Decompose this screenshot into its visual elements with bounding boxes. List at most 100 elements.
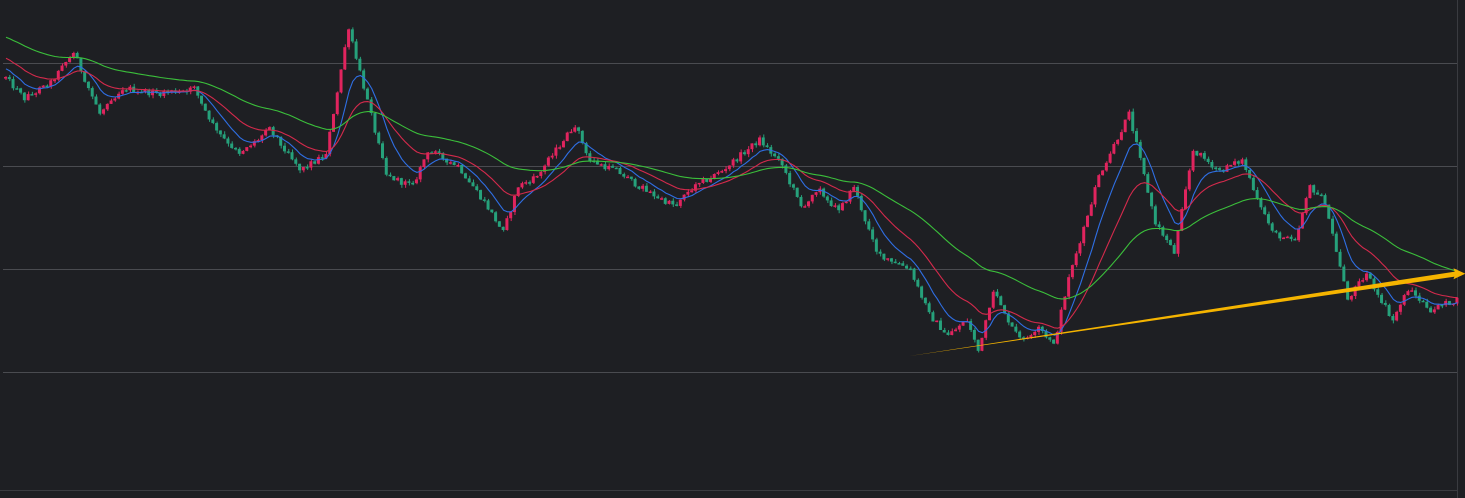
candle-body: [4, 77, 7, 79]
candle-body: [1406, 291, 1410, 296]
candle-body: [618, 167, 622, 175]
candle-body: [203, 103, 207, 111]
candle-body: [697, 182, 701, 185]
candle-body: [603, 164, 607, 170]
candle-body: [893, 261, 897, 264]
candle-body: [41, 85, 45, 88]
candlestick-chart: [0, 0, 1465, 498]
candle-body: [531, 176, 535, 183]
candle-body: [1116, 139, 1120, 144]
candle-body: [908, 268, 912, 271]
candle-down: [381, 141, 384, 160]
candle-body: [313, 161, 317, 164]
candle-down: [463, 172, 467, 179]
candle-body: [776, 156, 780, 159]
candle-body: [1376, 289, 1380, 295]
candle-body: [335, 92, 339, 115]
candle-up: [991, 289, 995, 310]
candle-body: [1338, 251, 1342, 267]
candle-body: [1176, 230, 1180, 254]
candle-body: [659, 198, 663, 200]
candle-body: [414, 179, 418, 184]
candle-body: [995, 291, 999, 297]
candle-up: [1123, 119, 1127, 133]
candle-body: [1432, 309, 1436, 313]
candle-body: [320, 157, 324, 159]
candle-body: [912, 268, 916, 280]
candle-body: [1413, 290, 1417, 296]
candle-body: [754, 143, 758, 146]
candle-up: [343, 44, 347, 71]
candle-down: [1331, 215, 1335, 236]
candle-body: [923, 297, 927, 304]
candle-body: [347, 29, 351, 48]
candle-body: [1199, 153, 1203, 156]
candle-body: [746, 149, 750, 155]
candle-body: [373, 113, 377, 133]
candle-down: [999, 295, 1003, 306]
candle-body: [403, 181, 407, 185]
candle-body: [750, 143, 754, 150]
candle-body: [1410, 290, 1414, 292]
candle-body: [1010, 322, 1014, 327]
candle-down: [931, 310, 935, 322]
chart-background: [0, 0, 1465, 498]
candle-body: [1202, 153, 1206, 159]
candle-body: [1085, 215, 1089, 227]
candle-body: [1331, 218, 1335, 234]
candle-body: [230, 143, 234, 148]
candle-body: [686, 191, 690, 195]
candle-body: [1380, 294, 1384, 303]
candle-body: [1312, 185, 1316, 193]
candle-body: [1184, 189, 1188, 210]
candle-body: [1278, 232, 1282, 239]
candle-body: [482, 199, 486, 201]
candle-body: [301, 166, 305, 171]
candle-body: [109, 100, 113, 104]
candle-body: [1191, 150, 1195, 171]
candle-body: [1217, 168, 1221, 170]
candle-body: [218, 130, 222, 135]
candle-body: [528, 182, 532, 184]
candle-body: [874, 239, 878, 252]
candle-body: [1323, 195, 1327, 205]
candle-body: [1429, 307, 1433, 313]
candle-down: [1338, 249, 1342, 268]
candle-body: [1270, 223, 1274, 231]
candle-body: [720, 171, 724, 173]
candle-body: [889, 258, 893, 262]
candle-body: [742, 152, 746, 155]
candle-body: [207, 110, 211, 120]
candle-body: [622, 174, 626, 177]
candle-body: [867, 221, 871, 230]
candle-body: [599, 164, 603, 166]
candle-body: [339, 69, 343, 93]
candle-body: [724, 169, 728, 172]
candle-body: [935, 320, 939, 323]
candle-body: [260, 135, 264, 141]
candle-body: [1297, 228, 1301, 241]
candle-body: [954, 329, 958, 332]
candle-body: [577, 127, 581, 131]
candle-body: [1436, 304, 1440, 310]
candle-body: [98, 104, 102, 114]
candle-body: [388, 174, 392, 177]
candle-body: [1402, 295, 1406, 305]
candle-body: [1214, 167, 1218, 170]
candle-body: [226, 138, 230, 144]
candle-body: [558, 147, 562, 149]
candle-body: [927, 303, 931, 313]
candle-down: [784, 163, 788, 175]
candle-body: [463, 173, 467, 179]
candle-body: [1131, 111, 1135, 132]
candle-body: [610, 165, 614, 168]
candle-body: [795, 187, 799, 197]
candle-body: [663, 198, 667, 204]
candle-body: [64, 61, 68, 66]
candle-down: [1334, 231, 1338, 253]
candle-down: [795, 187, 799, 198]
candle-body: [1078, 243, 1082, 254]
candle-body: [644, 185, 648, 192]
candle-body: [931, 312, 935, 322]
candle-body: [494, 212, 498, 222]
